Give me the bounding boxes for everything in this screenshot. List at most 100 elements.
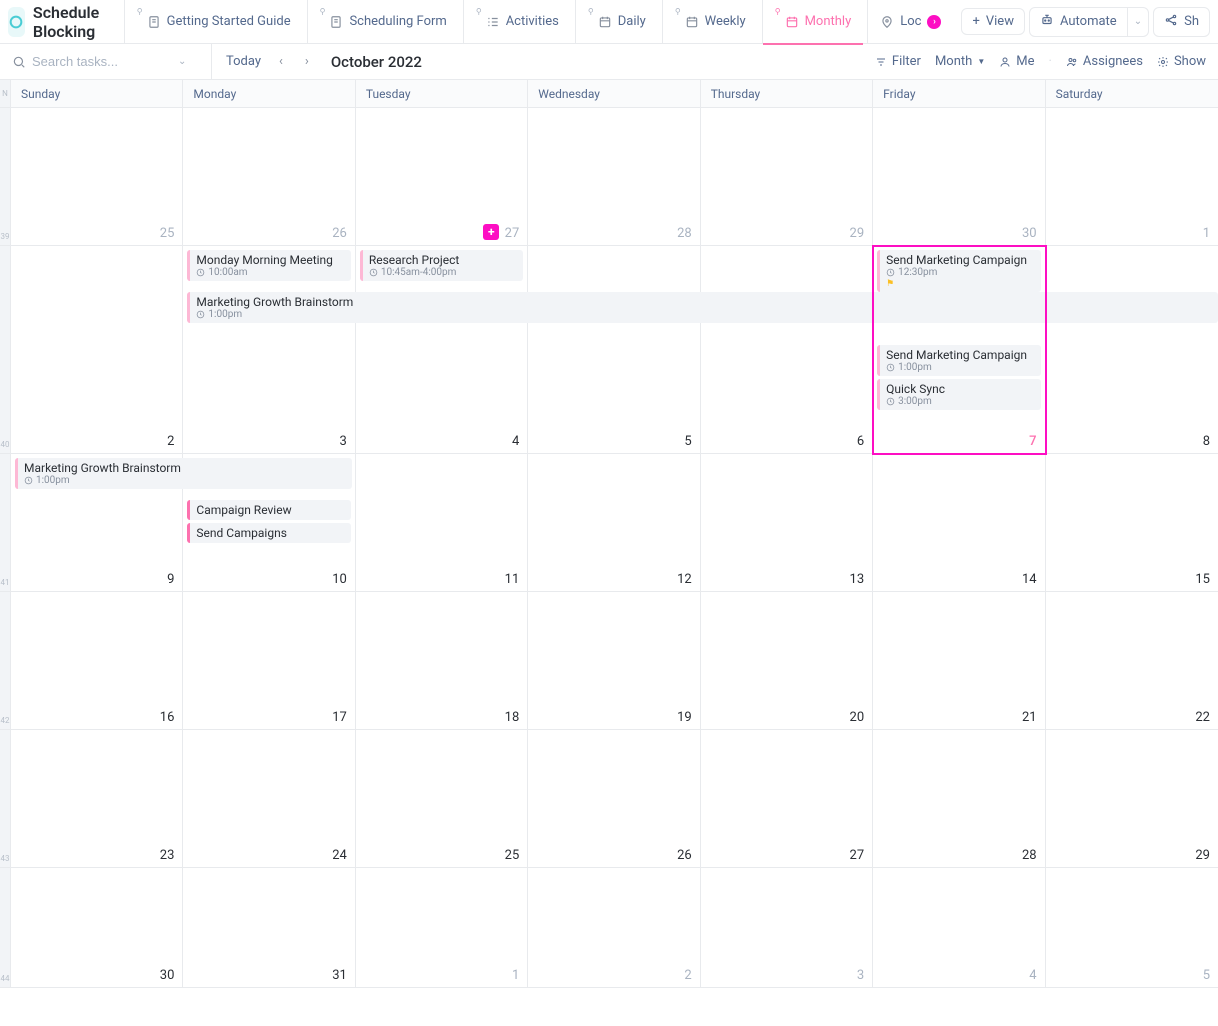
calendar-toolbar: ⌄ Today ‹ › October 2022 Filter Month ▼ … <box>0 44 1218 80</box>
calendar-cell[interactable]: 1 <box>356 868 528 988</box>
calendar-cell[interactable]: 25 <box>356 730 528 868</box>
calendar-cell[interactable]: 16 <box>11 592 183 730</box>
calendar-event[interactable]: Quick Sync3:00pm <box>877 379 1040 410</box>
assignees-filter[interactable]: Assignees <box>1066 54 1143 69</box>
calendar-cell[interactable]: Monday Morning Meeting10:00am 3 <box>183 246 355 454</box>
event-title: Quick Sync <box>886 382 1034 396</box>
tab-daily[interactable]: ⚲ Daily <box>575 0 658 44</box>
chevron-down-icon: ⌄ <box>1134 16 1142 27</box>
calendar-cell[interactable]: 21 <box>873 592 1045 730</box>
calendar-cell[interactable]: 30 <box>11 868 183 988</box>
view-button[interactable]: + View <box>961 8 1025 35</box>
day-header: Wednesday <box>528 80 700 107</box>
event-time: 1:00pm <box>196 309 1212 320</box>
calendar-cell[interactable]: 31 <box>183 868 355 988</box>
tab-weekly[interactable]: ⚲ Weekly <box>662 0 758 44</box>
tab-location[interactable]: Loc › <box>867 0 953 44</box>
share-button[interactable]: Sh <box>1153 7 1210 37</box>
calendar-cell[interactable]: 28 <box>873 730 1045 868</box>
calendar-event[interactable]: Monday Morning Meeting10:00am <box>187 250 350 281</box>
calendar-cell[interactable]: 6 <box>701 246 873 454</box>
calendar-cell[interactable]: 15 <box>1046 454 1218 592</box>
calendar-cell[interactable]: 26 <box>528 730 700 868</box>
calendar-cell[interactable]: 4 <box>873 868 1045 988</box>
calendar-cell[interactable]: 8 <box>1046 246 1218 454</box>
calendar-cell[interactable]: 27 <box>701 730 873 868</box>
calendar-cell[interactable]: 20 <box>701 592 873 730</box>
me-filter[interactable]: Me <box>999 54 1034 69</box>
week-number: 44 <box>0 868 11 988</box>
caret-down-icon: ▼ <box>977 57 985 66</box>
calendar-cell[interactable]: 30 <box>873 108 1045 246</box>
date-number: 30 <box>1022 226 1037 241</box>
list-icon <box>486 15 500 29</box>
calendar-cell[interactable]: 19 <box>528 592 700 730</box>
automate-dropdown[interactable]: ⌄ <box>1128 7 1149 37</box>
calendar-cell[interactable]: 29 <box>701 108 873 246</box>
today-button[interactable]: Today <box>226 54 261 69</box>
tab-scheduling-form[interactable]: ⚲ Scheduling Form <box>307 0 459 44</box>
calendar-event[interactable]: Research Project10:45am-4:00pm <box>360 250 523 281</box>
calendar-cell[interactable]: 2 <box>11 246 183 454</box>
date-number: 17 <box>332 710 347 725</box>
search-input[interactable] <box>32 54 172 69</box>
add-event-button[interactable]: + <box>483 224 499 240</box>
calendar-cell[interactable]: 2 <box>528 868 700 988</box>
calendar-cell[interactable]: 5 <box>1046 868 1218 988</box>
event-title: Send Campaigns <box>196 526 344 540</box>
calendar-cell[interactable]: 3 <box>701 868 873 988</box>
calendar-event-span[interactable]: Marketing Growth Brainstorm1:00pm <box>187 292 1218 323</box>
show-button[interactable]: Show <box>1157 54 1206 69</box>
calendar-cell[interactable]: 22 <box>1046 592 1218 730</box>
calendar-cell[interactable]: 12 <box>528 454 700 592</box>
date-number: 31 <box>332 968 347 983</box>
automate-button-group: Automate ⌄ <box>1029 7 1149 37</box>
calendar-cell[interactable]: 27+ <box>356 108 528 246</box>
calendar-cell[interactable]: Send Marketing Campaign12:30pm⚑ Send Mark… <box>873 246 1045 454</box>
tab-getting-started[interactable]: ⚲ Getting Started Guide <box>124 0 303 44</box>
date-number: 19 <box>677 710 692 725</box>
calendar-cell[interactable]: 18 <box>356 592 528 730</box>
filter-button[interactable]: Filter <box>875 54 921 69</box>
automate-button[interactable]: Automate <box>1029 7 1128 37</box>
calendar-event[interactable]: Send Marketing Campaign12:30pm⚑ <box>877 250 1040 292</box>
date-number: 25 <box>160 226 175 241</box>
app-logo[interactable] <box>8 7 25 37</box>
month-dropdown[interactable]: Month ▼ <box>935 54 985 69</box>
calendar-cell[interactable]: 5 <box>528 246 700 454</box>
calendar-cell[interactable]: 26 <box>183 108 355 246</box>
calendar-cell[interactable]: 1 <box>1046 108 1218 246</box>
pin-icon: ⚲ <box>588 7 594 16</box>
search-box[interactable]: ⌄ <box>12 44 212 79</box>
event-title: Marketing Growth Brainstorm <box>24 461 346 475</box>
calendar-cell[interactable]: 13 <box>701 454 873 592</box>
event-time: 1:00pm <box>24 475 346 486</box>
pin-icon: ⚲ <box>320 7 326 16</box>
calendar-event[interactable]: Send Campaigns <box>187 523 350 543</box>
month-dd-label: Month <box>935 54 972 69</box>
header-bar: Schedule Blocking ⚲ Getting Started Guid… <box>0 0 1218 44</box>
calendar-cell[interactable]: 29 <box>1046 730 1218 868</box>
calendar-event[interactable]: Campaign Review <box>187 500 350 520</box>
calendar-cell[interactable]: Research Project10:45am-4:00pm4 <box>356 246 528 454</box>
calendar-cell[interactable]: 25 <box>11 108 183 246</box>
calendar-cell[interactable]: 23 <box>11 730 183 868</box>
tab-label: Weekly <box>705 14 746 29</box>
assignees-label: Assignees <box>1083 54 1143 69</box>
tab-activities[interactable]: ⚲ Activities <box>463 0 571 44</box>
chevron-down-icon[interactable]: ⌄ <box>178 56 186 67</box>
date-number: 3 <box>857 968 864 983</box>
date-number: 3 <box>340 434 347 449</box>
month-label: October 2022 <box>331 53 422 71</box>
prev-month-button[interactable]: ‹ <box>275 52 287 71</box>
calendar-cell[interactable]: 17 <box>183 592 355 730</box>
next-month-button[interactable]: › <box>301 52 313 71</box>
calendar-cell[interactable]: 24 <box>183 730 355 868</box>
tab-monthly[interactable]: ⚲ Monthly <box>762 0 864 44</box>
calendar-cell[interactable]: 11 <box>356 454 528 592</box>
calendar-cell[interactable]: 14 <box>873 454 1045 592</box>
calendar-cell[interactable]: 28 <box>528 108 700 246</box>
calendar-event-span[interactable]: Marketing Growth Brainstorm1:00pm <box>15 458 352 489</box>
calendar-event[interactable]: Send Marketing Campaign1:00pm <box>877 345 1040 376</box>
week-number: 39 <box>0 108 11 246</box>
